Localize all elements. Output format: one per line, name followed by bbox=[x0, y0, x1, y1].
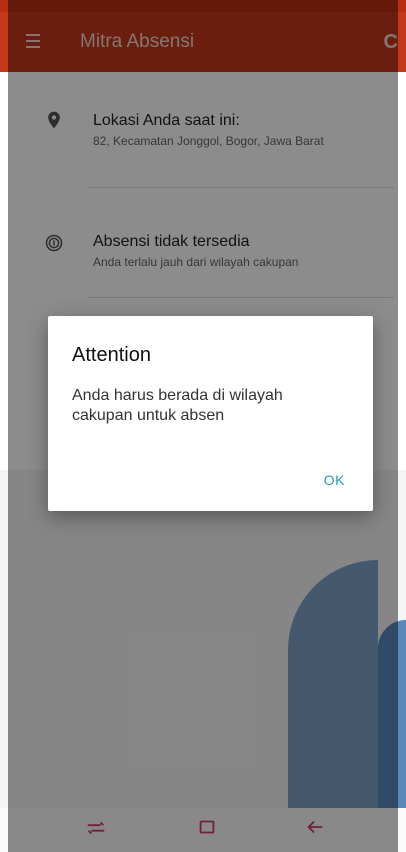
attention-dialog: Attention Anda harus berada di wilayah c… bbox=[48, 316, 373, 511]
ok-button[interactable]: OK bbox=[324, 472, 345, 488]
dialog-message: Anda harus berada di wilayah cakupan unt… bbox=[72, 387, 283, 424]
dialog-title: Attention bbox=[72, 344, 151, 366]
